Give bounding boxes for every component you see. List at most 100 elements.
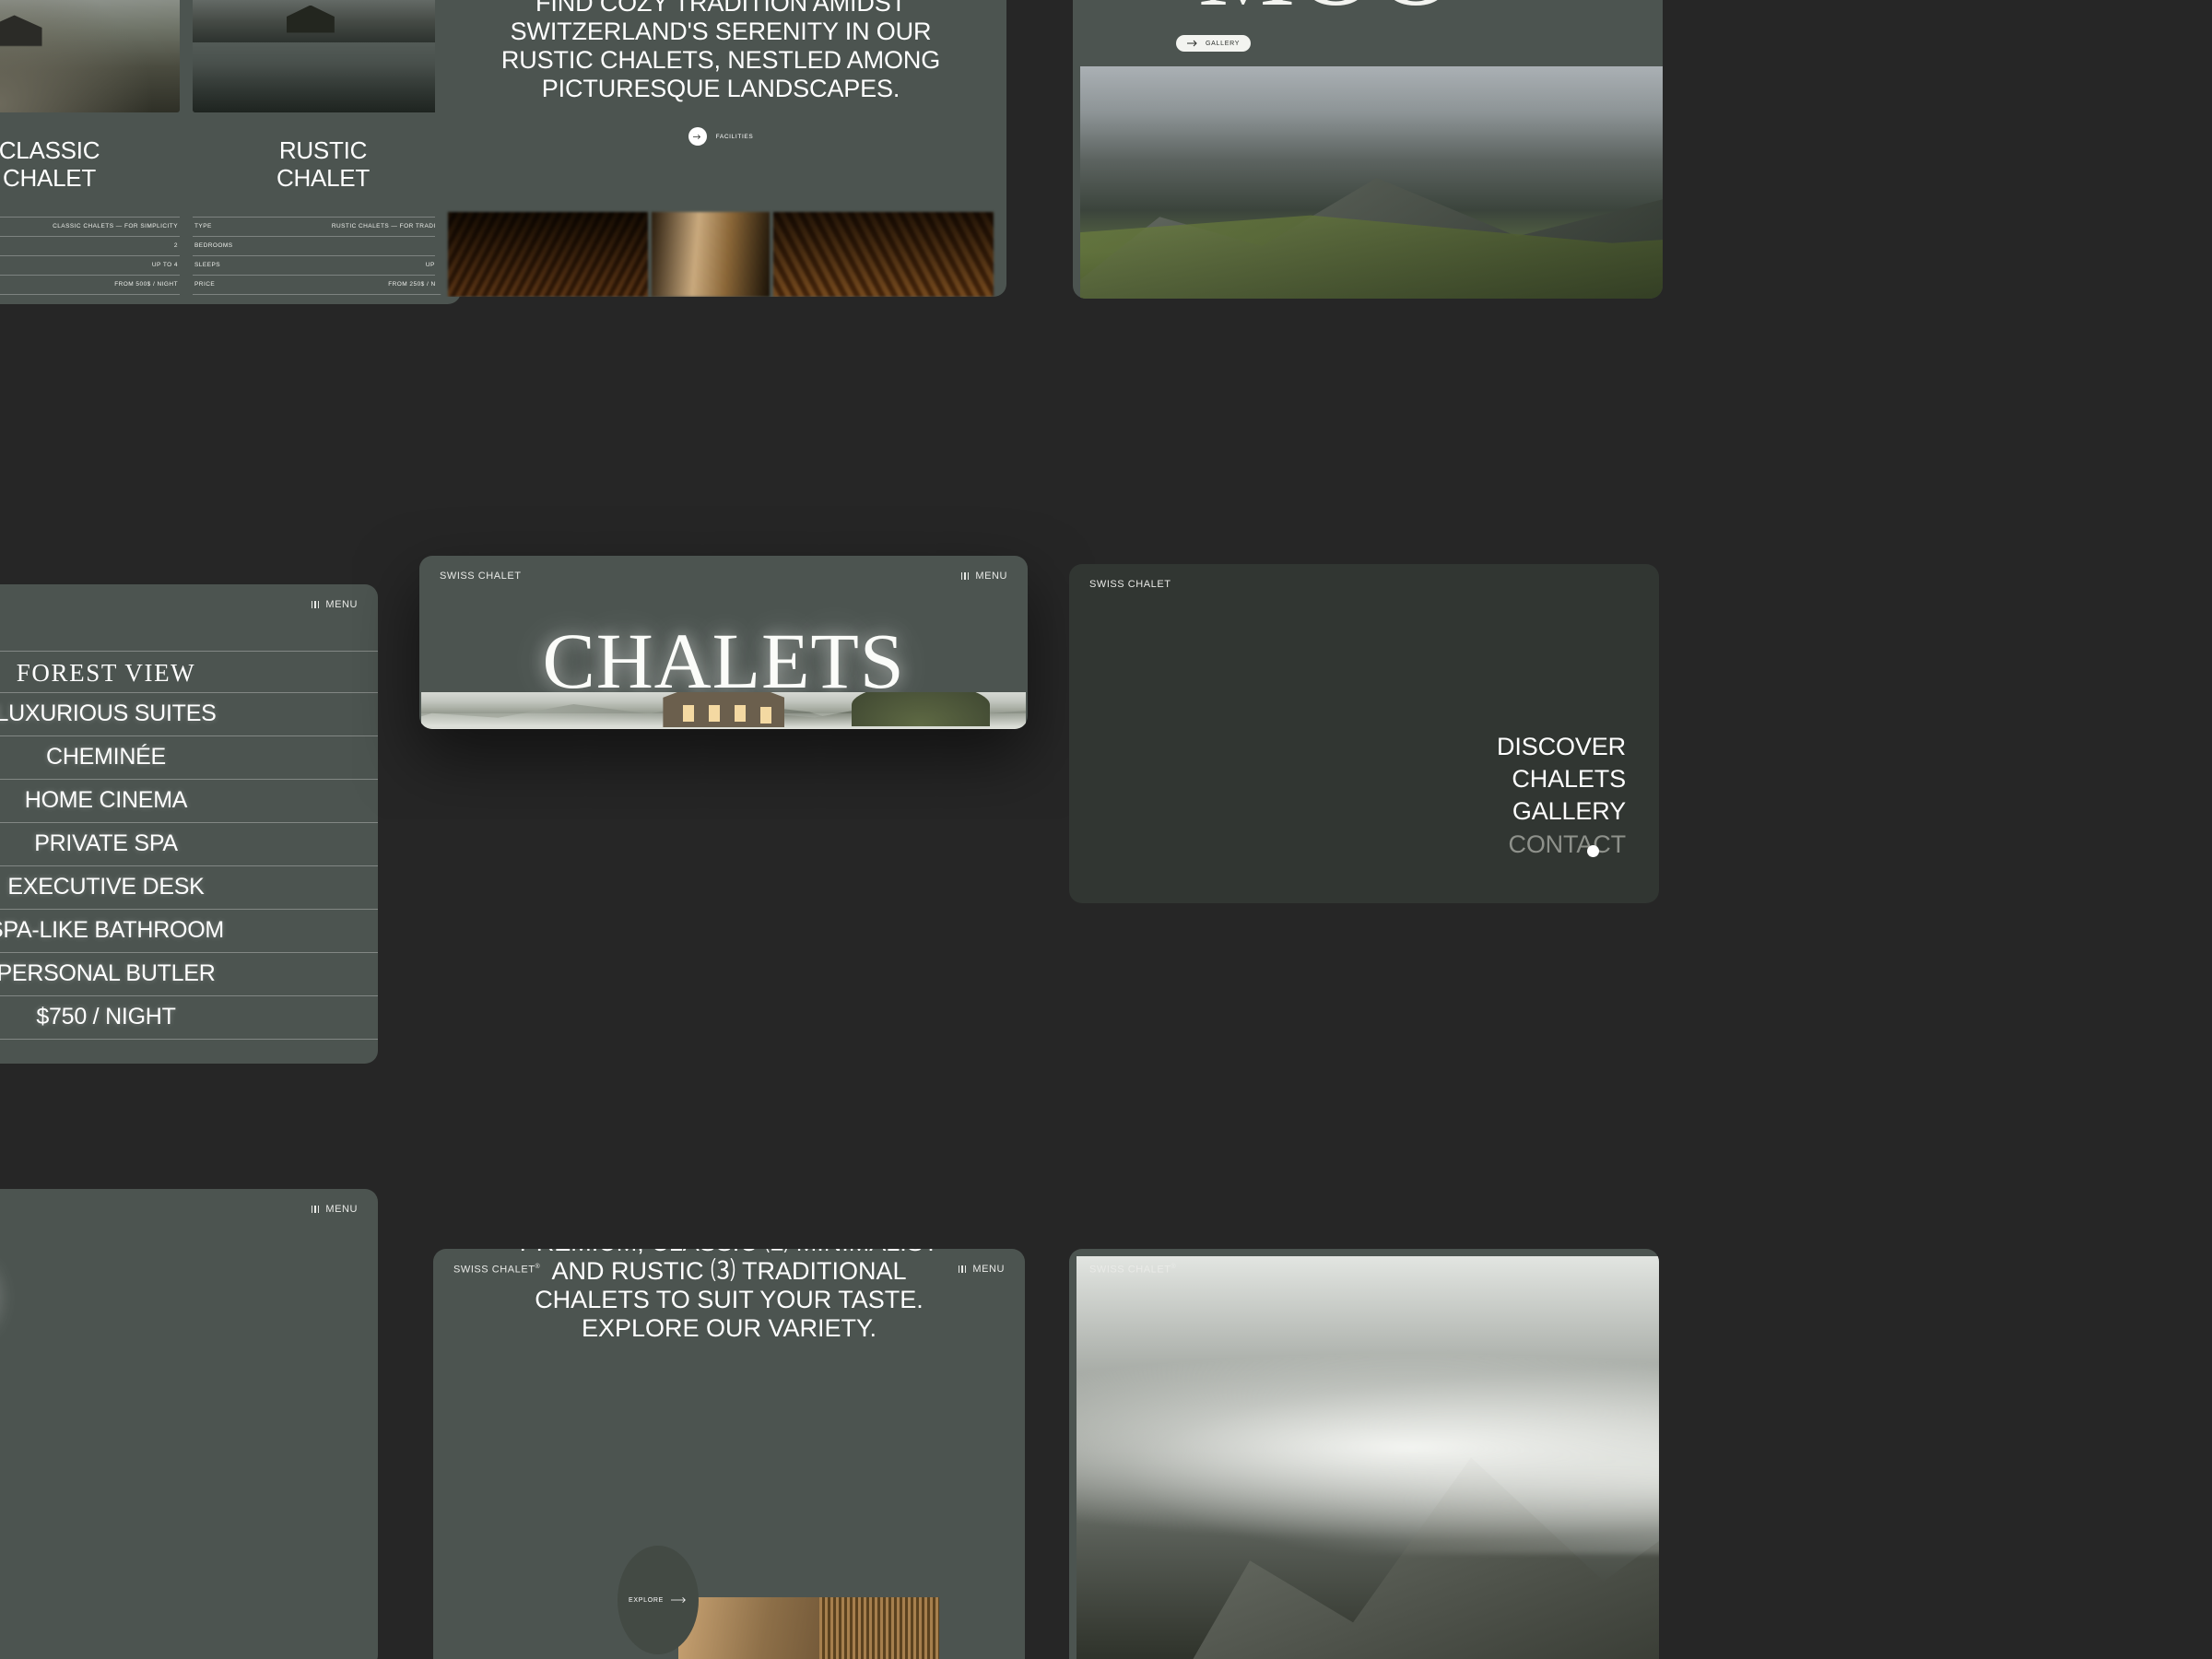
card-mood-gallery[interactable]: MOO GALLERY — [1073, 0, 1663, 299]
arrow-right-icon — [670, 1597, 686, 1603]
card-header: MENU — [0, 584, 378, 625]
texture-weave-right — [773, 212, 994, 297]
classic-chalet-photo — [0, 0, 180, 112]
brand-label: SWISS CHALET® — [1089, 1264, 1176, 1276]
classic-title-line-2: CHALET — [2, 164, 97, 193]
card-header: SWISS CHALET MENU — [419, 556, 1028, 596]
mountain-photo — [1080, 66, 1663, 299]
texture-wood-center — [652, 212, 771, 297]
classic-chalet-title: CLASSIC CHALET — [0, 136, 180, 193]
menu-label: MENU — [975, 571, 1007, 582]
headline-line-3: CHALETS TO SUIT YOUR TASTE. — [535, 1286, 924, 1314]
rustic-chalet-title: RUSTIC CHALET — [193, 136, 453, 193]
spec-key: SLEEPS — [194, 262, 221, 269]
table-row: BEDROOMS 2 — [0, 235, 180, 255]
menu-button[interactable]: MENU — [960, 571, 1007, 582]
hamburger-icon — [311, 1206, 320, 1213]
classic-room-photo — [678, 1597, 939, 1659]
card-chalet-types[interactable]: SWISS CHALET® MENU PREMIUM, CLASSIC ⑵ MI… — [433, 1249, 1025, 1659]
hero-photo — [421, 692, 1026, 729]
nav-item-discover[interactable]: DISCOVER — [1497, 731, 1626, 763]
main-nav: DISCOVER CHALETS GALLERY CONTACT — [1497, 731, 1626, 861]
rustic-title-line-1: RUSTIC — [278, 136, 368, 164]
table-row: BEDROOMS 1 — [193, 235, 453, 255]
table-row: PRICE FROM 250$ / NIGHT — [193, 274, 453, 295]
list-item[interactable]: PRIVATE SPA — [0, 822, 378, 865]
brand-mark: ® — [1171, 1264, 1177, 1270]
mood-wordmark: MOO — [1198, 0, 1457, 31]
menu-button[interactable]: MENU — [311, 599, 358, 610]
table-row: PRICE FROM 500$ / NIGHT — [0, 274, 180, 295]
texture-strip — [448, 212, 994, 297]
mood-wordmark: OOD — [0, 1233, 3, 1360]
spec-value: 2 — [173, 242, 178, 250]
card-header: SWISS CHALET® — [1069, 1249, 1659, 1290]
table-row: SLEEPS UP TO 4 — [0, 254, 180, 275]
gallery-label: GALLERY — [1206, 40, 1241, 47]
rustic-chalet-column: RUSTIC CHALET TYPE RUSTIC CHALETS — FOR … — [193, 136, 453, 304]
intro-headline: FIND COZY TRADITION AMIDST SWITZERLAND'S… — [500, 0, 941, 103]
card-navigation[interactable]: SWISS CHALET DISCOVER CHALETS GALLERY CO… — [1069, 564, 1659, 903]
hamburger-icon — [960, 572, 970, 580]
nav-item-gallery[interactable]: GALLERY — [1497, 795, 1626, 828]
spec-value: RUSTIC CHALETS — FOR TRADITION — [331, 223, 452, 230]
table-row: SLEEPS UP TO 2 — [193, 254, 453, 275]
card-mood-beverage[interactable]: MENU OOD BEVERAGE — [0, 1189, 378, 1659]
forest-view-title: FOREST VIEW — [0, 651, 378, 692]
rustic-title-line-2: CHALET — [276, 164, 371, 193]
card-header: MENU — [0, 1189, 378, 1230]
forest-view-list: FOREST VIEW LUXURIOUS SUITES CHEMINÉE HO… — [0, 651, 378, 1040]
explore-button[interactable]: EXPLORE — [618, 1546, 699, 1654]
classic-title-line-1: CLASSIC — [0, 136, 100, 164]
nav-item-chalets[interactable]: CHALETS — [1497, 763, 1626, 795]
card-header: SWISS CHALET — [1069, 564, 1659, 605]
spec-value: FROM 500$ / NIGHT — [114, 281, 178, 288]
card-hero-chalets[interactable]: SWISS CHALET MENU CHALETS — [419, 556, 1028, 729]
showcase-canvas: CLASSIC CHALET TYPE CLASSIC CHALETS — FO… — [0, 0, 2212, 1659]
brand-name: SWISS CHALET — [1089, 1264, 1171, 1276]
classic-spec-table: TYPE CLASSIC CHALETS — FOR SIMPLICITY BE… — [0, 216, 180, 295]
spec-key: BEDROOMS — [194, 242, 233, 250]
brand-label: SWISS CHALET — [440, 571, 522, 582]
headline-line-1: PREMIUM, CLASSIC ⑵ MINIMALIST — [470, 1249, 988, 1257]
list-item[interactable]: LUXURIOUS SUITES — [0, 692, 378, 735]
list-item[interactable]: HOME CINEMA — [0, 779, 378, 822]
menu-label: MENU — [325, 599, 358, 610]
menu-label: MENU — [325, 1204, 358, 1215]
classic-chalet-column: CLASSIC CHALET TYPE CLASSIC CHALETS — FO… — [0, 136, 180, 304]
spec-value: CLASSIC CHALETS — FOR SIMPLICITY — [53, 223, 178, 230]
headline-line-2: AND RUSTIC ⑶ TRADITIONAL — [551, 1257, 907, 1286]
list-item[interactable]: CHEMINÉE — [0, 735, 378, 779]
compare-columns: CLASSIC CHALET TYPE CLASSIC CHALETS — FO… — [0, 136, 461, 304]
card-intro[interactable]: FIND COZY TRADITION AMIDST SWITZERLAND'S… — [435, 0, 1006, 297]
list-item[interactable]: PERSONAL BUTLER — [0, 952, 378, 995]
brand-label: SWISS CHALET — [1089, 579, 1171, 590]
spec-key: TYPE — [194, 223, 212, 230]
arrow-right-icon — [688, 127, 707, 147]
card-chalet-compare[interactable]: CLASSIC CHALET TYPE CLASSIC CHALETS — FO… — [0, 0, 461, 304]
card-peaceful-mountain[interactable]: SWISS CHALET® PEACEFUL MOUNTAIN — [1069, 1249, 1659, 1659]
facilities-button[interactable]: FACILITIES — [688, 127, 754, 147]
menu-button[interactable]: MENU — [311, 1204, 358, 1215]
nav-item-contact[interactable]: CONTACT — [1497, 829, 1626, 861]
card-forest-view[interactable]: MENU FOREST VIEW LUXURIOUS SUITES CHEMIN… — [0, 584, 378, 1064]
explore-label: EXPLORE — [629, 1596, 664, 1604]
headline-line-4: EXPLORE OUR VARIETY. — [581, 1314, 877, 1343]
gallery-button[interactable]: GALLERY — [1176, 35, 1252, 52]
cursor-dot — [1587, 845, 1599, 857]
chalet-building — [663, 692, 785, 728]
list-item[interactable]: SPA-LIKE BATHROOM — [0, 909, 378, 952]
table-row: TYPE CLASSIC CHALETS — FOR SIMPLICITY — [0, 216, 180, 236]
spec-value: UP TO 4 — [151, 262, 178, 269]
rustic-spec-table: TYPE RUSTIC CHALETS — FOR TRADITION BEDR… — [193, 216, 453, 295]
table-row: TYPE RUSTIC CHALETS — FOR TRADITION — [193, 216, 453, 236]
shrub — [851, 692, 990, 726]
rustic-chalet-photo — [193, 0, 453, 112]
spec-key: PRICE — [194, 281, 216, 288]
hamburger-icon — [311, 601, 320, 608]
facilities-label: FACILITIES — [715, 133, 754, 140]
compare-image-row — [0, 0, 461, 112]
mountain-fog-photo — [1077, 1256, 1659, 1659]
list-item[interactable]: EXECUTIVE DESK — [0, 865, 378, 909]
list-item-price[interactable]: $750 / NIGHT — [0, 995, 378, 1040]
